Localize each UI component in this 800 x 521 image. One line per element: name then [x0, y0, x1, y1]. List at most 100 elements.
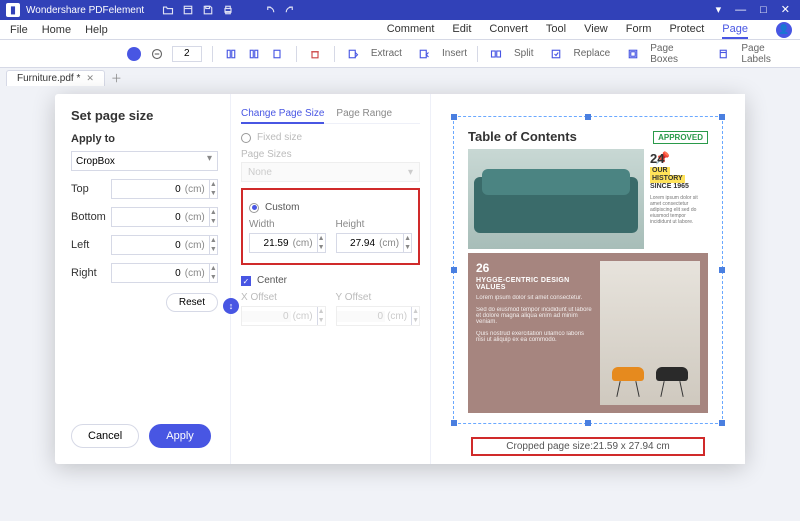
- tab-convert[interactable]: Convert: [489, 21, 528, 39]
- recent-icon[interactable]: [182, 4, 194, 16]
- fixed-size-radio[interactable]: Fixed size: [241, 132, 420, 143]
- maximize-icon[interactable]: □: [760, 5, 767, 16]
- title-bar: ▮ Wondershare PDFelement ▾ — □ ✕: [0, 0, 800, 20]
- left-input[interactable]: (cm)▲▼: [111, 235, 218, 255]
- app-logo-icon: ▮: [6, 3, 20, 17]
- preview-image-sofa: [468, 149, 644, 249]
- tab-page[interactable]: Page: [722, 21, 748, 39]
- page-boxes-label[interactable]: Page Boxes: [650, 43, 701, 65]
- close-window-icon[interactable]: ✕: [781, 5, 790, 16]
- center-checkbox[interactable]: ✓Center: [241, 275, 420, 286]
- user-avatar-icon[interactable]: 👤: [776, 22, 792, 38]
- xoffset-input: (cm)▲▼: [241, 306, 326, 326]
- custom-size-highlight: Custom Width (cm)▲▼ Height (cm)▲▼: [241, 188, 420, 265]
- page-labels-label[interactable]: Page Labels: [741, 43, 794, 65]
- document-tab-label: Furniture.pdf *: [17, 73, 80, 84]
- top-label: Top: [71, 183, 111, 195]
- tab-view[interactable]: View: [584, 21, 608, 39]
- split-icon[interactable]: [488, 45, 505, 63]
- page-sizes-label: Page Sizes: [241, 149, 420, 160]
- minimize-icon[interactable]: —: [735, 5, 746, 16]
- page-labels-icon[interactable]: [715, 45, 732, 63]
- resize-handle-icon[interactable]: [585, 114, 591, 120]
- page-toolbar: Extract Insert Split Replace Page Boxes …: [0, 40, 800, 68]
- replace-icon[interactable]: [547, 45, 564, 63]
- page-boxes-icon[interactable]: [624, 45, 641, 63]
- print-icon[interactable]: [222, 4, 234, 16]
- add-page-icon[interactable]: [126, 45, 143, 63]
- resize-handle-icon[interactable]: [451, 267, 457, 273]
- tab-page-range[interactable]: Page Range: [336, 108, 392, 119]
- xoffset-label: X Offset: [241, 292, 326, 303]
- dialog-size-panel: ↕ Change Page Size Page Range Fixed size…: [230, 94, 430, 464]
- left-label: Left: [71, 239, 111, 251]
- redo-icon[interactable]: [284, 4, 296, 16]
- tab-protect[interactable]: Protect: [669, 21, 704, 39]
- reset-button[interactable]: Reset: [166, 293, 218, 312]
- add-tab-icon[interactable]: ＋: [111, 70, 122, 86]
- menu-bar: File Home Help Comment Edit Convert Tool…: [0, 20, 800, 40]
- bottom-label: Bottom: [71, 211, 111, 223]
- tab-comment[interactable]: Comment: [387, 21, 435, 39]
- preview-image-chairs: [600, 261, 700, 405]
- menu-file[interactable]: File: [10, 24, 28, 36]
- preview-section-2: 26 HYGGE-CENTRIC DESIGN VALUES Lorem ips…: [468, 253, 600, 413]
- dialog-title: Set page size: [71, 108, 218, 123]
- bottom-input[interactable]: (cm)▲▼: [111, 207, 218, 227]
- document-tab-bar: Furniture.pdf * ✕ ＋: [0, 68, 800, 88]
- apply-to-select[interactable]: CropBox: [71, 151, 218, 171]
- tab-form[interactable]: Form: [626, 21, 652, 39]
- insert-icon[interactable]: [416, 45, 433, 63]
- app-title: Wondershare PDFelement: [26, 5, 144, 16]
- close-tab-icon[interactable]: ✕: [86, 73, 94, 84]
- width-label: Width: [249, 219, 326, 230]
- panel-toggle-icon[interactable]: ↕: [223, 298, 239, 314]
- menu-help[interactable]: Help: [85, 24, 108, 36]
- yoffset-label: Y Offset: [336, 292, 421, 303]
- quick-access-toolbar: [162, 4, 296, 16]
- tab-change-page-size[interactable]: Change Page Size: [241, 108, 324, 124]
- resize-handle-icon[interactable]: [719, 267, 725, 273]
- page-preview: Table of Contents APPROVED 📌 24 OUR HIST…: [458, 121, 718, 419]
- menu-home[interactable]: Home: [42, 24, 71, 36]
- document-tab[interactable]: Furniture.pdf * ✕: [6, 70, 105, 86]
- split-label[interactable]: Split: [514, 48, 533, 59]
- insert-label[interactable]: Insert: [442, 48, 467, 59]
- right-label: Right: [71, 267, 111, 279]
- height-label: Height: [336, 219, 413, 230]
- extract-icon[interactable]: [345, 45, 362, 63]
- rotate-icon[interactable]: [269, 45, 286, 63]
- undo-icon[interactable]: [264, 4, 276, 16]
- page-layout1-icon[interactable]: [223, 45, 240, 63]
- height-input[interactable]: (cm)▲▼: [336, 233, 413, 253]
- remove-page-icon[interactable]: [149, 45, 166, 63]
- page-boxes-dialog: ✕ Set page size Apply to CropBox Top (cm…: [55, 94, 745, 464]
- resize-handle-icon[interactable]: [451, 114, 457, 120]
- save-icon[interactable]: [202, 4, 214, 16]
- right-input[interactable]: (cm)▲▼: [111, 263, 218, 283]
- dropdown-icon[interactable]: ▾: [716, 5, 722, 16]
- workspace: ✕ Set page size Apply to CropBox Top (cm…: [0, 88, 800, 521]
- top-input[interactable]: (cm)▲▼: [111, 179, 218, 199]
- approved-stamp: APPROVED: [653, 131, 708, 144]
- tab-edit[interactable]: Edit: [452, 21, 471, 39]
- delete-page-icon[interactable]: [307, 45, 324, 63]
- custom-size-radio[interactable]: Custom: [249, 202, 412, 213]
- apply-button[interactable]: Apply: [149, 424, 211, 448]
- page-number-input[interactable]: [172, 46, 202, 62]
- resize-handle-icon[interactable]: [719, 420, 725, 426]
- resize-handle-icon[interactable]: [719, 114, 725, 120]
- width-input[interactable]: (cm)▲▼: [249, 233, 326, 253]
- tab-tool[interactable]: Tool: [546, 21, 566, 39]
- open-icon[interactable]: [162, 4, 174, 16]
- cancel-button[interactable]: Cancel: [71, 424, 139, 448]
- resize-handle-icon[interactable]: [451, 420, 457, 426]
- crop-selection[interactable]: Table of Contents APPROVED 📌 24 OUR HIST…: [453, 116, 723, 424]
- dialog-preview-panel: Table of Contents APPROVED 📌 24 OUR HIST…: [430, 94, 745, 464]
- preview-section-1: 24 OUR HISTORY SINCE 1965 Lorem ipsum do…: [644, 149, 708, 249]
- page-sizes-select: None: [241, 162, 420, 182]
- page-layout2-icon[interactable]: [246, 45, 263, 63]
- resize-handle-icon[interactable]: [585, 420, 591, 426]
- extract-label[interactable]: Extract: [371, 48, 402, 59]
- replace-label[interactable]: Replace: [574, 48, 611, 59]
